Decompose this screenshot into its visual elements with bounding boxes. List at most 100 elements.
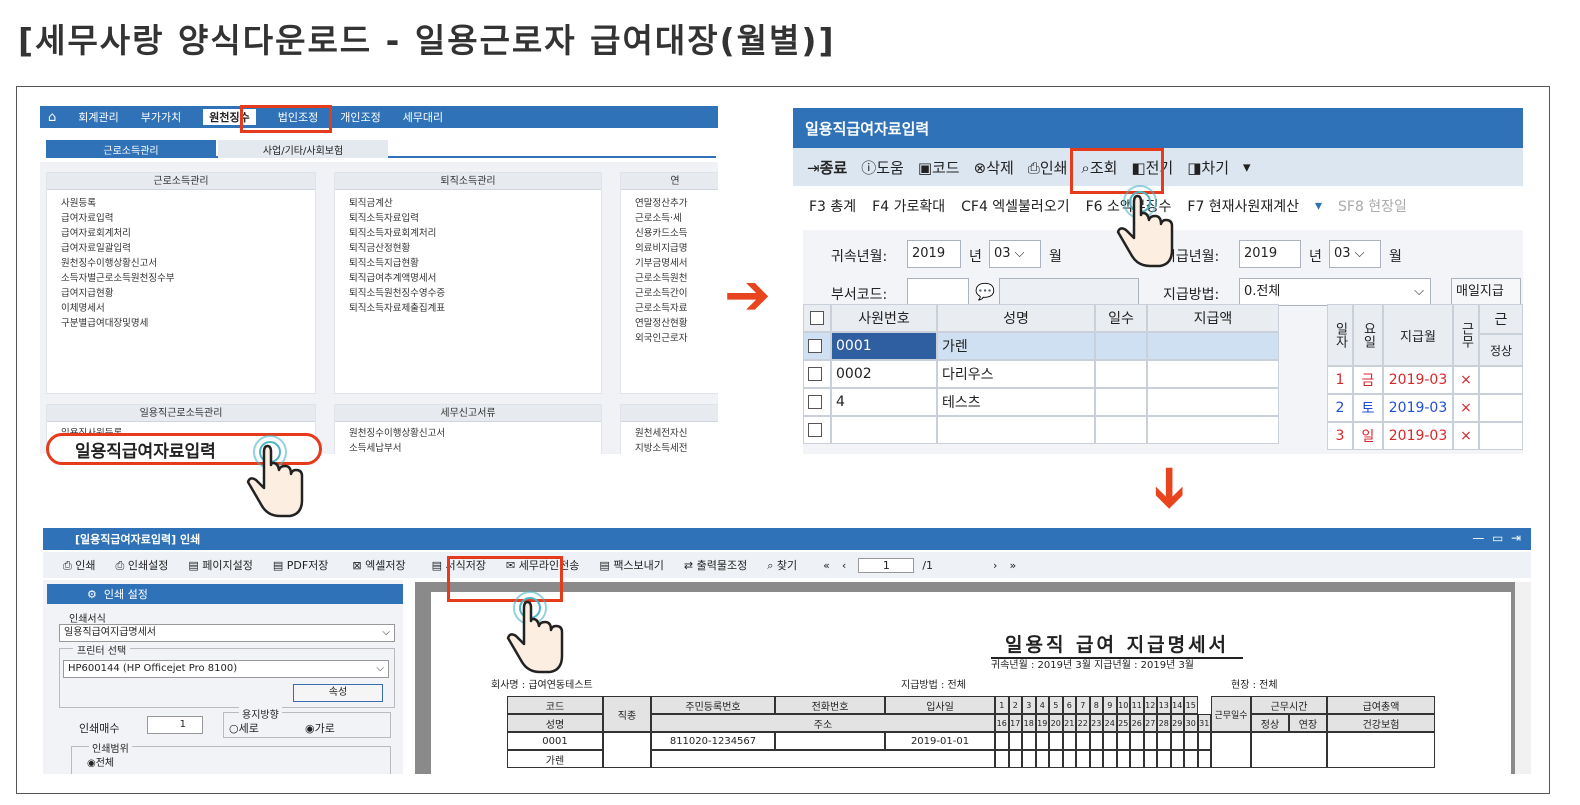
row-checkbox[interactable]	[803, 332, 831, 360]
copies-stepper[interactable]: 1	[147, 716, 203, 734]
day-cell[interactable]: 1	[1327, 366, 1353, 394]
row-checkbox[interactable]	[803, 388, 831, 416]
search-help-icon[interactable]: 💬	[975, 282, 995, 301]
property-button[interactable]: 속성	[293, 684, 383, 702]
menu-list-item[interactable]: 급여자료일괄입력	[47, 241, 315, 256]
next-button[interactable]: ◨차기	[1187, 157, 1229, 178]
day-cell[interactable]: 일	[1353, 422, 1383, 450]
help-button[interactable]: ⓘ도움	[861, 157, 904, 178]
f3-total-button[interactable]: F3 총계	[809, 196, 856, 216]
menu-item[interactable]: 개인조정	[340, 109, 380, 125]
grid-cell[interactable]	[1095, 332, 1147, 360]
first-page-button[interactable]: «	[823, 559, 830, 572]
printer-select[interactable]: HP600144 (HP Officejet Pro 8100) ⌵	[63, 660, 389, 678]
home-icon[interactable]: ⌂	[48, 110, 56, 125]
menu-list-item[interactable]: 급여자료입력	[47, 211, 315, 226]
menu-list-item[interactable]: 근로소득·세	[621, 211, 718, 226]
day-cell[interactable]	[1479, 366, 1523, 394]
menu-list-item[interactable]: 기부금명세서	[621, 256, 718, 271]
more-dropdown[interactable]: ▾	[1243, 158, 1251, 176]
row-checkbox[interactable]	[803, 360, 831, 388]
menu-list-item[interactable]: 근로소득자료	[621, 301, 718, 316]
day-cell[interactable]: 2019-03	[1383, 394, 1453, 422]
menu-list-item[interactable]: 원천징수이행상황신고서	[47, 256, 315, 271]
next-page-button[interactable]: ›	[993, 559, 997, 572]
day-cell[interactable]: ×	[1453, 394, 1479, 422]
menu-list-item[interactable]: 소득자별근로소득원천징수부	[47, 271, 315, 286]
fax-button[interactable]: ▤ 팩스보내기	[599, 557, 664, 573]
employee-name-cell[interactable]: 테스츠	[937, 388, 1095, 416]
range-all-radio[interactable]: ◉전체	[87, 754, 114, 769]
menu-list-item[interactable]: 지방소득세전	[621, 441, 718, 454]
f4-widen-button[interactable]: F4 가로확대	[872, 196, 945, 216]
day-cell[interactable]: 2019-03	[1383, 366, 1453, 394]
menu-list-item[interactable]: 사원등록	[47, 196, 315, 211]
menu-list-item[interactable]: 구분별급여대장및명세	[47, 316, 315, 331]
find-button[interactable]: ⌕ 찾기	[767, 557, 797, 573]
row-checkbox[interactable]	[803, 416, 831, 444]
menu-list-item[interactable]: 퇴직금계산	[335, 196, 601, 211]
menu-item[interactable]: 세무대리	[403, 109, 443, 125]
employee-name-cell[interactable]: 다리우스	[937, 360, 1095, 388]
grid-cell[interactable]	[831, 416, 937, 444]
day-cell[interactable]: ×	[1453, 422, 1479, 450]
menu-list-item[interactable]: 근로소득간이	[621, 286, 718, 301]
format-select[interactable]: 일용직급여지급명세서 ⌵	[59, 624, 395, 642]
menu-list-item[interactable]: 소득세납부서	[335, 441, 601, 454]
print-settings-button[interactable]: ⎙ 인쇄설정	[116, 557, 169, 573]
more-chevron-icon[interactable]: ▾	[1315, 198, 1322, 214]
employee-id-cell[interactable]: 4	[831, 388, 937, 416]
menu-list-item[interactable]: 퇴직소득자료입력	[335, 211, 601, 226]
menu-list-item[interactable]: 근로소득원천	[621, 271, 718, 286]
menu-item[interactable]: 부가가치	[141, 109, 181, 125]
tab-business-other[interactable]: 사업/기타/사회보험	[218, 140, 388, 158]
tab-earned-income[interactable]: 근로소득관리	[46, 140, 216, 158]
menu-list-item[interactable]: 퇴직금산정현황	[335, 241, 601, 256]
employee-id-cell[interactable]: 0002	[831, 360, 937, 388]
menu-list-item[interactable]: 퇴직소득원천징수영수증	[335, 286, 601, 301]
belong-month-select[interactable]: 03 ⌵	[989, 240, 1041, 268]
last-page-button[interactable]: »	[1009, 559, 1016, 572]
grid-cell[interactable]	[1147, 388, 1279, 416]
menu-list-item[interactable]: 퇴직급여추계액명세서	[335, 271, 601, 286]
grid-cell[interactable]	[937, 416, 1095, 444]
menu-list-item[interactable]: 원천징수이행상황신고서	[335, 426, 601, 441]
menu-list-item[interactable]: 의료비지급명	[621, 241, 718, 256]
day-cell[interactable]: 금	[1353, 366, 1383, 394]
portrait-radio[interactable]: ○세로	[229, 720, 259, 736]
day-cell[interactable]	[1479, 422, 1523, 450]
pay-year-input[interactable]: 2019	[1239, 240, 1301, 268]
menu-list-item[interactable]: 연말정산추가	[621, 196, 718, 211]
day-cell[interactable]: 2019-03	[1383, 422, 1453, 450]
grid-cell[interactable]	[1095, 416, 1147, 444]
menu-list-item[interactable]: 급여자료회계처리	[47, 226, 315, 241]
pay-method-select[interactable]: 0.전체 ⌵	[1239, 278, 1431, 306]
code-button[interactable]: ▣코드	[918, 157, 960, 178]
pdf-save-button[interactable]: ▤ PDF저장	[273, 557, 329, 573]
employee-id-cell[interactable]: 0001	[831, 332, 937, 360]
grid-cell[interactable]	[1095, 360, 1147, 388]
day-cell[interactable]: ×	[1453, 366, 1479, 394]
menu-list-item[interactable]: 이체명세서	[47, 301, 315, 316]
print-button[interactable]: ⎙ 인쇄	[63, 557, 96, 573]
menu-list-item[interactable]: 원천세전자신	[621, 426, 718, 441]
grid-cell[interactable]	[1095, 388, 1147, 416]
menu-list-item[interactable]: 신용카드소득	[621, 226, 718, 241]
menu-list-item[interactable]: 퇴직소득자료제출집계표	[335, 301, 601, 316]
menu-item[interactable]: 회계관리	[78, 109, 118, 125]
delete-button[interactable]: ⊗삭제	[974, 157, 1014, 178]
day-cell[interactable]: 3	[1327, 422, 1353, 450]
day-cell[interactable]: 토	[1353, 394, 1383, 422]
pay-month-select[interactable]: 03 ⌵	[1329, 240, 1381, 268]
select-all-checkbox[interactable]	[803, 304, 831, 332]
menu-list-item[interactable]: 급여지급현황	[47, 286, 315, 301]
daily-pay-button[interactable]: 매일지급	[1451, 278, 1521, 306]
landscape-radio[interactable]: ◉가로	[305, 720, 335, 736]
belong-year-input[interactable]: 2019	[907, 240, 961, 268]
print-button[interactable]: ⎙인쇄	[1028, 157, 1068, 178]
f7-recalc-button[interactable]: F7 현재사원재계산	[1187, 196, 1299, 216]
employee-name-cell[interactable]: 가렌	[937, 332, 1095, 360]
page-input[interactable]: 1	[858, 557, 915, 573]
menu-list-item[interactable]: 연말정산현황	[621, 316, 718, 331]
grid-cell[interactable]	[1147, 360, 1279, 388]
